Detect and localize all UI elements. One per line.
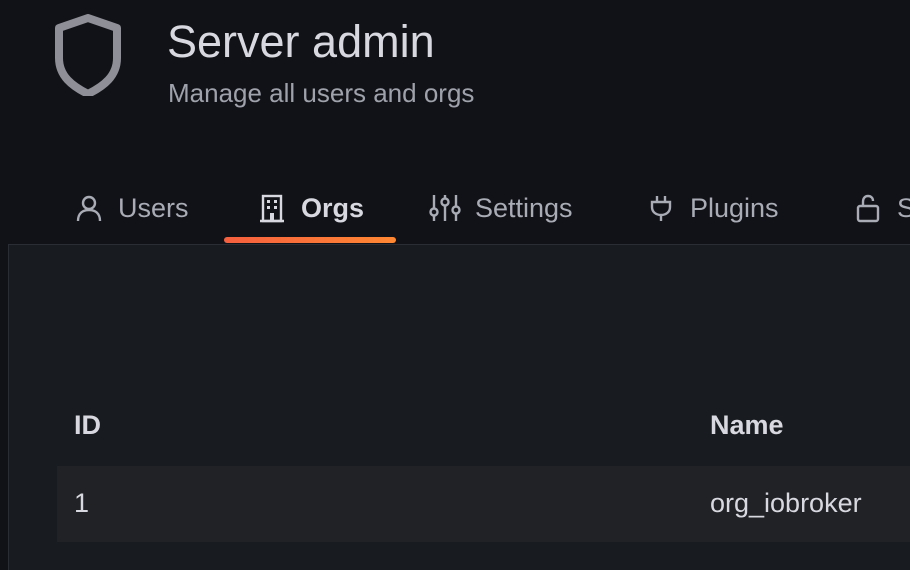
sliders-icon — [429, 195, 461, 221]
tab-security[interactable]: S — [853, 180, 910, 236]
tab-orgs[interactable]: Orgs — [257, 180, 364, 236]
table-row[interactable]: 1 org_iobroker — [57, 466, 910, 542]
admin-tabs: Users Orgs Settings Plugins S — [0, 180, 910, 244]
tab-settings[interactable]: Settings — [429, 180, 573, 236]
org-name-cell[interactable]: org_iobroker — [710, 488, 862, 519]
active-tab-indicator — [224, 237, 396, 243]
tab-plugins[interactable]: Plugins — [646, 180, 779, 236]
table-header: ID Name — [57, 390, 910, 466]
tab-users[interactable]: Users — [74, 180, 189, 236]
orgs-table: ID Name 1 org_iobroker — [57, 390, 910, 542]
tab-users-label: Users — [118, 192, 189, 223]
column-header-id[interactable]: ID — [74, 410, 101, 441]
page-subtitle: Manage all users and orgs — [168, 78, 475, 108]
tab-plugins-label: Plugins — [690, 192, 779, 223]
page-title: Server admin — [167, 16, 435, 67]
server-admin-page: Server admin Manage all users and orgs U… — [0, 0, 910, 570]
lock-icon — [856, 194, 880, 223]
tab-settings-label: Settings — [475, 192, 573, 223]
tab-orgs-label: Orgs — [301, 192, 365, 223]
tab-security-label: S — [897, 192, 910, 223]
shield-icon — [55, 14, 121, 96]
building-icon — [260, 194, 284, 223]
user-icon — [76, 195, 102, 222]
column-header-name[interactable]: Name — [710, 410, 784, 441]
plug-icon — [650, 196, 672, 221]
org-id-cell: 1 — [74, 488, 90, 518]
